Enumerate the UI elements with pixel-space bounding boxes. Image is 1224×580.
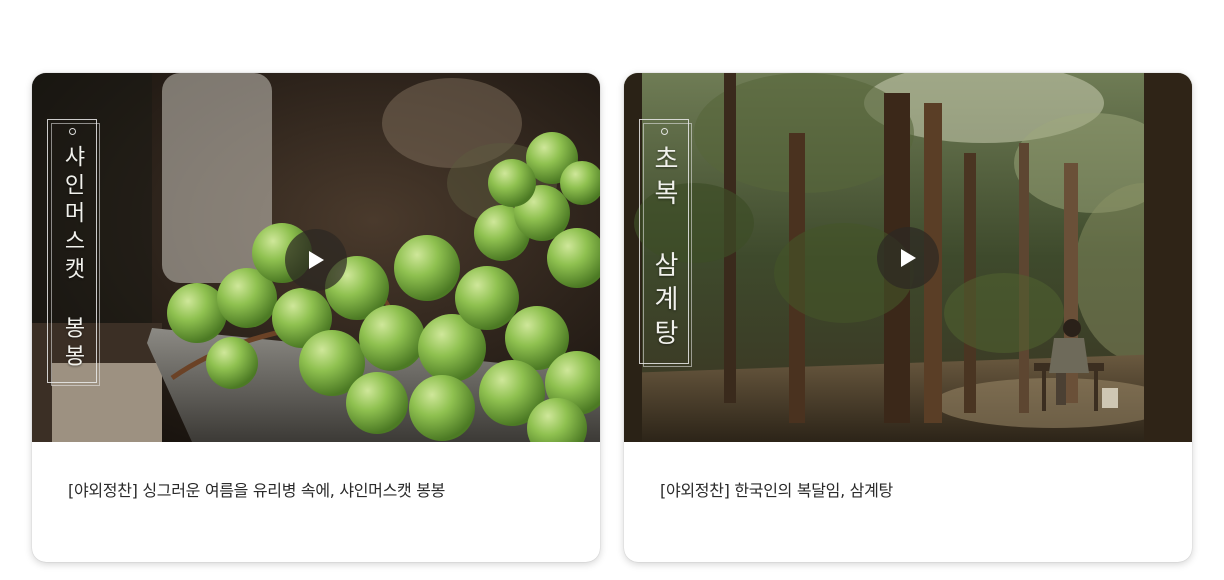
video-caption[interactable]: [야외정찬] 싱그러운 여름을 유리병 속에, 샤인머스캣 봉봉 xyxy=(68,477,580,501)
video-thumbnail[interactable]: 초복 삼계탕 xyxy=(624,73,1192,442)
video-card-shine-muscat[interactable]: 샤인머스캣 봉봉 [야외정찬] 싱그러운 여름을 유리병 속에, 샤인머스캣 봉… xyxy=(32,73,600,562)
play-icon xyxy=(309,251,324,269)
vertical-title: 초복 삼계탕 xyxy=(649,145,679,353)
video-caption[interactable]: [야외정찬] 한국인의 복달임, 삼계탕 xyxy=(660,477,1172,501)
play-icon xyxy=(901,249,916,267)
vertical-title-box: 샤인머스캣 봉봉 xyxy=(47,119,100,386)
label-dot-ornament xyxy=(660,128,668,135)
vertical-title: 샤인머스캣 봉봉 xyxy=(60,145,85,372)
label-dot-ornament xyxy=(68,128,76,135)
play-button[interactable] xyxy=(285,229,347,291)
play-button[interactable] xyxy=(877,227,939,289)
vertical-title-box: 초복 삼계탕 xyxy=(639,119,692,367)
video-thumbnail[interactable]: 샤인머스캣 봉봉 xyxy=(32,73,600,442)
video-card-samgyetang[interactable]: 초복 삼계탕 [야외정찬] 한국인의 복달임, 삼계탕 xyxy=(624,73,1192,562)
